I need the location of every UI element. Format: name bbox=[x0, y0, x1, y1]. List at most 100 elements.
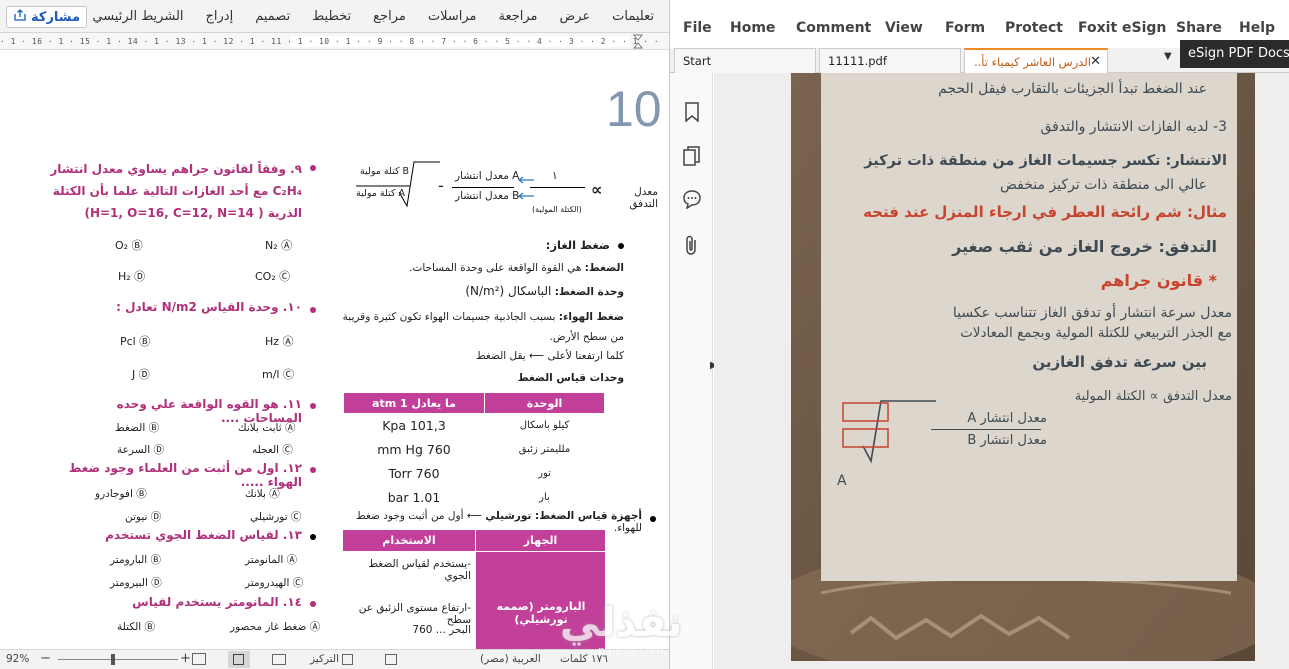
rate-a-label: معدل انتشار A bbox=[455, 170, 520, 182]
page-number: 10 bbox=[606, 81, 662, 137]
read-mode-icon[interactable] bbox=[272, 654, 286, 665]
text: هي القوة الواقعة على وحدة المساحات. bbox=[409, 262, 582, 274]
option[interactable]: J Ⓓ bbox=[132, 366, 150, 382]
option[interactable]: ثابت بلانك Ⓐ bbox=[238, 420, 296, 435]
tab-home[interactable]: الشريط الرئيسي bbox=[81, 9, 194, 24]
label: أجهزة قياس الضغط: تورشيلي bbox=[485, 510, 642, 522]
menu-help[interactable]: Help bbox=[1239, 20, 1275, 36]
attachment-icon[interactable] bbox=[684, 235, 700, 257]
share-button[interactable]: مشاركة bbox=[6, 6, 88, 28]
zoom-in-icon[interactable]: + bbox=[180, 651, 191, 666]
page-icon bbox=[233, 654, 244, 665]
use-line: البحر ... 760 bbox=[412, 624, 471, 636]
horizontal-ruler[interactable]: · 1 · 16 · 1 · 15 · 1 · 14 · 1 · 13 · 1 … bbox=[0, 33, 669, 50]
flow-rate-label: معدل التدفق bbox=[629, 186, 658, 210]
comment-icon[interactable] bbox=[682, 189, 702, 209]
option[interactable]: نيوتن Ⓓ bbox=[125, 509, 161, 524]
tab-mailings[interactable]: مراسلات bbox=[417, 9, 488, 24]
option[interactable]: CO₂ Ⓒ bbox=[255, 268, 290, 284]
menu-comment[interactable]: Comment bbox=[796, 20, 871, 36]
option[interactable]: المانومتر Ⓐ bbox=[245, 552, 297, 567]
handwriting-line: عند الضغط تبدأ الجزيئات بالتقارب فيقل ال… bbox=[938, 81, 1207, 97]
handwriting-line: معدل سرعة انتشار أو تدفق الغاز تتناسب عك… bbox=[952, 305, 1232, 321]
esign-button[interactable]: eSign PDF Docs bbox=[1180, 40, 1289, 68]
table-cell: 101,3 Kpa bbox=[382, 418, 446, 434]
table-cell: 760 mm Hg bbox=[377, 442, 451, 457]
option[interactable]: تورشيلي Ⓒ bbox=[250, 509, 301, 524]
menu-protect[interactable]: Protect bbox=[1005, 20, 1063, 36]
option[interactable]: الكتلة Ⓑ bbox=[117, 619, 155, 634]
table-cell: بار bbox=[539, 492, 550, 503]
tabs-dropdown-icon[interactable]: ▼ bbox=[1164, 51, 1172, 62]
handwriting-line: عالي الى منطقة ذات تركيز منخفض bbox=[1000, 177, 1207, 193]
tab-references[interactable]: مراجع bbox=[362, 9, 417, 24]
close-tab-icon[interactable]: ✕ bbox=[1090, 50, 1101, 74]
table-cell: تور bbox=[538, 468, 551, 479]
navigation-panel: ▶ bbox=[670, 73, 718, 669]
option[interactable]: البيرومتر Ⓓ bbox=[110, 575, 162, 590]
air-pressure: ضغط الهواء: بسبب الجاذبية جسيمات الهواء … bbox=[340, 307, 624, 347]
handwritten-notes-photo: عند الضغط تبدأ الجزيئات بالتقارب فيقل ال… bbox=[791, 73, 1255, 661]
menu-home[interactable]: Home bbox=[730, 20, 775, 36]
handwriting-line: معدل التدفق ∝ الكتلة المولية bbox=[1074, 389, 1232, 404]
zoom-slider-thumb[interactable] bbox=[111, 654, 115, 665]
tab-layout[interactable]: تخطيط bbox=[301, 9, 362, 24]
tab-active-document[interactable]: الدرس العاشر كيمياء تأ... ✕ bbox=[964, 48, 1108, 73]
option[interactable]: البارومتر Ⓑ bbox=[110, 552, 161, 567]
focus-icon bbox=[342, 654, 353, 665]
handwriting-line: معدل انتشار A bbox=[967, 411, 1047, 426]
question-10: ١٠. وحدة القياس N/m2 تعادل : bbox=[116, 300, 302, 314]
zoom-level[interactable]: 92% bbox=[6, 653, 29, 665]
web-layout-icon[interactable] bbox=[192, 653, 206, 665]
handwritten-root-icon bbox=[842, 400, 936, 464]
bullet bbox=[650, 516, 656, 522]
proportional-symbol: ∝ bbox=[591, 180, 603, 199]
tab-start[interactable]: Start bbox=[674, 48, 816, 73]
option[interactable]: الهيدرومتر Ⓒ bbox=[245, 575, 303, 590]
gas-pressure-heading: ضغط الغاز: bbox=[545, 238, 610, 252]
indent-marker-icon[interactable] bbox=[632, 34, 644, 49]
tab-11111-pdf[interactable]: 11111.pdf bbox=[819, 48, 961, 73]
tab-insert[interactable]: إدراج bbox=[195, 9, 245, 24]
option[interactable]: Hz Ⓐ bbox=[265, 333, 294, 349]
option[interactable]: N₂ Ⓐ bbox=[265, 237, 292, 253]
bullet bbox=[618, 243, 624, 249]
pages-icon[interactable] bbox=[683, 146, 701, 166]
molar-mass-label: (الكتلة المولية) bbox=[532, 205, 582, 214]
table-cell: 1.01 bar bbox=[387, 490, 441, 505]
option[interactable]: الضغط Ⓑ bbox=[115, 420, 159, 435]
foxit-window: File Home Comment View Form Protect Foxi… bbox=[669, 0, 1289, 669]
option[interactable]: العجله Ⓒ bbox=[252, 442, 293, 457]
table-row: بار 1.01 bar bbox=[344, 486, 605, 510]
bookmark-icon[interactable] bbox=[684, 102, 700, 122]
column-header: الاستخدام bbox=[343, 530, 475, 551]
accessibility-icon[interactable] bbox=[385, 654, 397, 665]
option[interactable]: افوجادرو Ⓑ bbox=[95, 486, 147, 501]
tab-design[interactable]: تصميم bbox=[244, 9, 301, 24]
menu-file[interactable]: File bbox=[683, 20, 712, 36]
menu-foxit-esign[interactable]: Foxit eSign bbox=[1078, 20, 1166, 36]
option[interactable]: H₂ Ⓓ bbox=[118, 268, 145, 284]
zoom-out-icon[interactable]: − bbox=[40, 651, 51, 666]
menu-form[interactable]: Form bbox=[945, 20, 985, 36]
option[interactable]: O₂ Ⓑ bbox=[115, 237, 143, 253]
option[interactable]: m/l Ⓒ bbox=[262, 366, 294, 382]
menu-view[interactable]: View bbox=[885, 20, 923, 36]
handwriting-line: الانتشار: تكسر جسيمات الغاز من منطقة ذات… bbox=[864, 153, 1227, 169]
tab-view[interactable]: عرض bbox=[549, 9, 602, 24]
focus-button[interactable]: التركيز bbox=[310, 653, 339, 665]
rate-b-label: معدل انتشار B bbox=[455, 190, 520, 202]
option[interactable]: السرعة Ⓓ bbox=[117, 442, 164, 457]
option[interactable]: ضغط غاز محصور Ⓐ bbox=[230, 619, 320, 634]
tab-help[interactable]: تعليمات bbox=[601, 9, 665, 24]
option[interactable]: بلانك Ⓐ bbox=[245, 486, 280, 501]
menu-share[interactable]: Share bbox=[1176, 20, 1222, 36]
molar-mass-a: كتلة مولية A bbox=[356, 188, 406, 199]
option[interactable]: Pcl Ⓑ bbox=[120, 333, 150, 349]
question-13: ١٣. لقياس الضغط الجوي تستخدم bbox=[105, 528, 302, 542]
table-row: كيلو باسكال 101,3 Kpa bbox=[344, 414, 605, 438]
language[interactable]: العربية (مصر) bbox=[480, 653, 541, 665]
zoom-slider[interactable] bbox=[58, 659, 178, 660]
tab-review[interactable]: مراجعة bbox=[487, 9, 548, 24]
tab-label: Start bbox=[683, 54, 712, 68]
